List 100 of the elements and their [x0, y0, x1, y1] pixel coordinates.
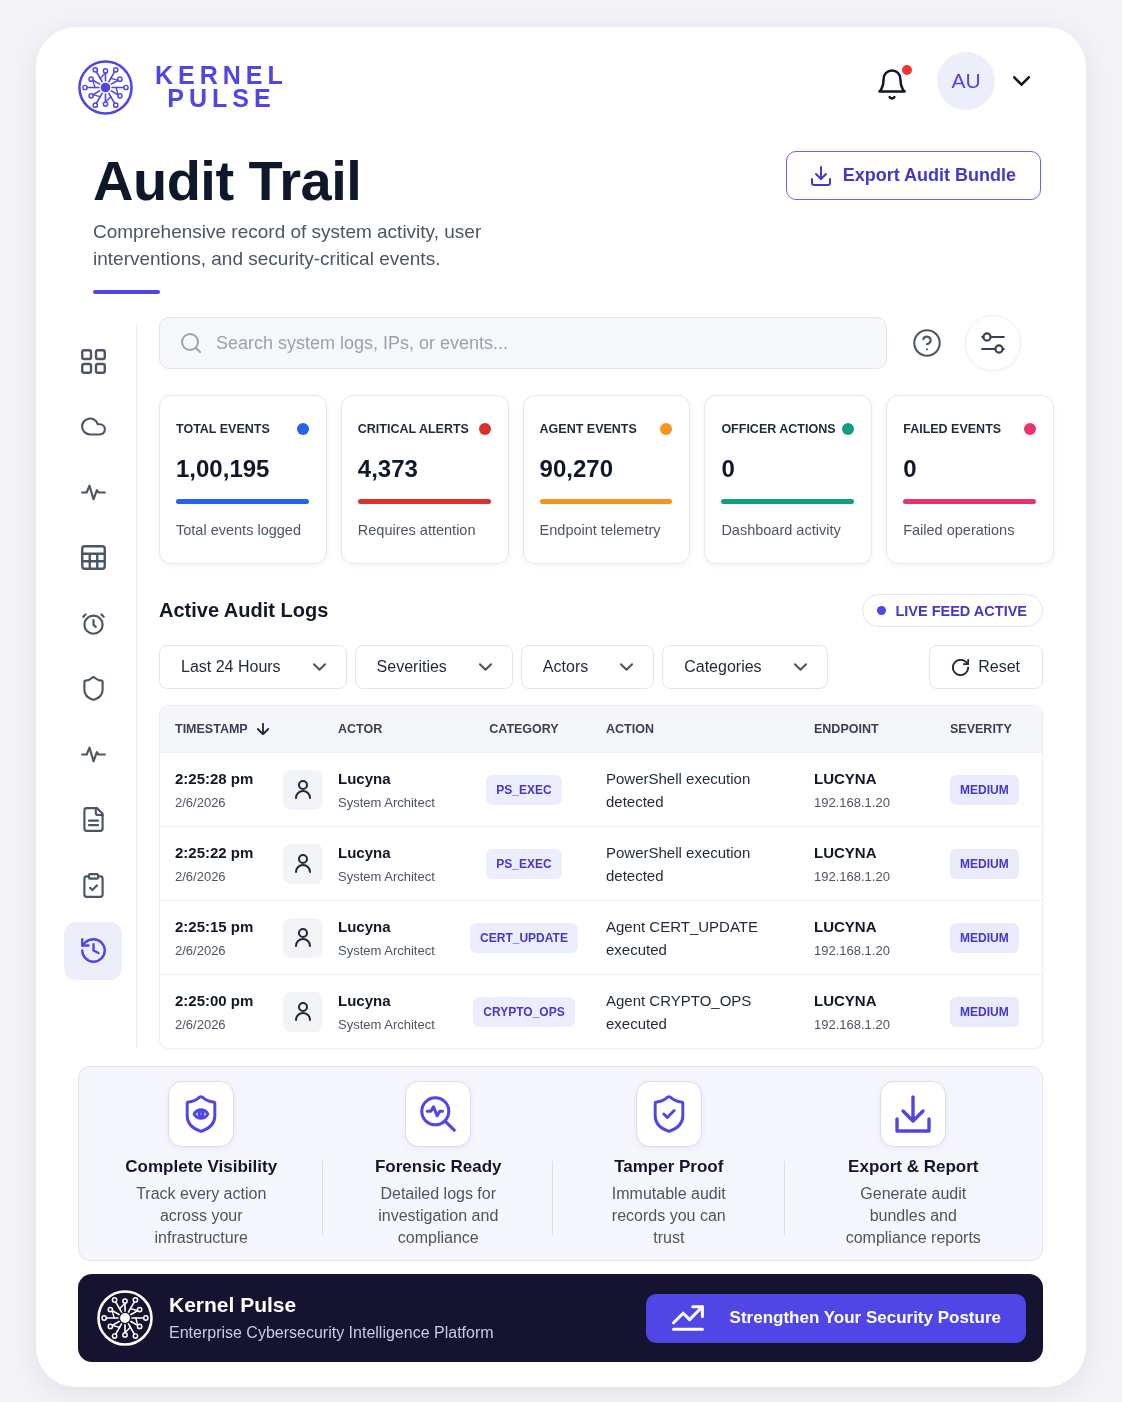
cta-button[interactable]: Strengthen Your Security Posture	[645, 1293, 1026, 1343]
page-subtitle: Comprehensive record of system activity, user interventions, and security-critical events.	[93, 220, 483, 271]
timestamp-date: 2/6/2026	[175, 867, 227, 885]
severity-badge: MEDIUM	[950, 996, 1019, 1027]
refresh-icon	[952, 658, 970, 676]
stat-value: 1,00,195	[176, 454, 271, 484]
download-icon	[880, 1081, 947, 1147]
actor-role: System Architect	[338, 941, 436, 959]
endpoint-ip: 192.168.1.20	[814, 941, 891, 959]
section-title: Active Audit Logs	[159, 599, 329, 622]
endpoint-host: LUCYNA	[814, 990, 878, 1011]
page-title: Audit Trail	[93, 149, 363, 213]
filter-button[interactable]	[965, 315, 1021, 371]
history-icon	[80, 938, 106, 963]
live-dot-icon	[877, 606, 887, 615]
timestamp-time: 2:25:15 pm	[175, 916, 255, 937]
actor-name: Lucyna	[338, 990, 392, 1011]
person-icon	[283, 769, 323, 810]
feature-title: Complete Visibility	[125, 1156, 278, 1178]
logo-text: KERNEL	[154, 64, 288, 87]
person-icon	[283, 917, 323, 958]
shield-icon	[80, 676, 106, 701]
timestamp-date: 2/6/2026	[175, 941, 227, 959]
feature-title: Forensic Ready	[374, 1156, 502, 1178]
action-text: PowerShell execution detected	[605, 842, 752, 886]
category-tag: PS_EXEC	[486, 774, 562, 805]
help-icon[interactable]	[913, 329, 941, 357]
search-field[interactable]: Search system logs, IPs, or events...	[159, 317, 887, 369]
notifications-button[interactable]	[878, 62, 914, 100]
endpoint-host: LUCYNA	[814, 842, 878, 863]
severity-badge: MEDIUM	[950, 922, 1019, 953]
actor-role: System Architect	[338, 867, 436, 885]
footer-tagline: Enterprise Cybersecurity Intelligence Platform	[169, 1323, 494, 1343]
feature-description: Generate audit bundles and compliance reports	[844, 1184, 982, 1248]
column-header: CATEGORY	[489, 722, 559, 736]
filter-dropdown[interactable]: Categories	[662, 645, 828, 689]
logo-icon	[97, 1290, 153, 1346]
column-header: SEVERITY	[950, 722, 1012, 736]
alarm-clock-icon	[80, 610, 106, 636]
actor-name: Lucyna	[338, 842, 392, 863]
endpoint-host: LUCYNA	[814, 768, 878, 789]
person-icon	[283, 991, 323, 1032]
sliders-icon	[981, 332, 1005, 354]
timestamp-date: 2/6/2026	[175, 1015, 227, 1033]
grid-icon	[80, 348, 106, 374]
stat-caption: Dashboard activity	[721, 521, 842, 540]
reset-button[interactable]: Reset	[929, 645, 1043, 689]
stat-caption: Total events logged	[176, 521, 302, 540]
chevron-down-icon[interactable]	[1013, 76, 1030, 86]
stat-value: 90,270	[539, 454, 614, 484]
category-tag: PS_EXEC	[486, 848, 562, 879]
stat-value: 0	[721, 454, 736, 484]
actor-name: Lucyna	[338, 768, 392, 789]
filter-dropdown[interactable]: Last 24 Hours	[159, 645, 347, 689]
column-header: ACTION	[606, 722, 654, 736]
export-button[interactable]: Export Audit Bundle	[785, 151, 1041, 200]
table-icon	[80, 545, 106, 570]
chevron-down-icon	[620, 663, 634, 671]
column-header: TIMESTAMP	[175, 722, 248, 736]
magnifier-pulse-icon	[405, 1081, 472, 1147]
column-header: ENDPOINT	[814, 722, 879, 736]
chevron-down-icon	[478, 663, 492, 671]
stat-value: 4,373	[357, 454, 419, 484]
category-tag: CRYPTO_OPS	[473, 996, 575, 1027]
feature-description: Detailed logs for investigation and compliance	[377, 1184, 500, 1248]
footer-brand: Kernel Pulse	[169, 1292, 298, 1318]
filter-dropdown[interactable]: Severities	[354, 645, 513, 689]
shield-check-icon	[635, 1081, 702, 1147]
feature-title: Tamper Proof	[614, 1156, 724, 1178]
feature-title: Export & Report	[848, 1156, 979, 1178]
title-accent-bar	[93, 290, 160, 294]
stat-caption: Endpoint telemetry	[539, 521, 662, 540]
filter-dropdown[interactable]: Actors	[520, 645, 655, 689]
endpoint-ip: 192.168.1.20	[814, 867, 891, 885]
stat-label: TOTAL EVENTS	[176, 422, 270, 436]
endpoint-ip: 192.168.1.20	[814, 1015, 891, 1033]
shield-eye-icon	[168, 1081, 235, 1147]
action-text: Agent CERT_UPDATE executed	[605, 916, 759, 960]
clipboard-check-icon	[80, 872, 106, 898]
category-tag: CERT_UPDATE	[470, 922, 578, 953]
sidebar-item[interactable]	[64, 921, 122, 980]
actor-role: System Architect	[338, 793, 436, 811]
user-avatar[interactable]: AU	[937, 52, 995, 110]
chevron-down-icon	[793, 663, 807, 671]
stat-caption: Failed operations	[903, 521, 1016, 540]
timestamp-date: 2/6/2026	[175, 793, 227, 811]
logo-text: PULSE	[166, 87, 276, 110]
stat-caption: Requires attention	[357, 521, 477, 540]
search-icon	[181, 333, 201, 353]
logo-icon	[78, 59, 133, 115]
stat-value: 0	[903, 454, 918, 484]
endpoint-host: LUCYNA	[814, 916, 878, 937]
action-text: Agent CRYPTO_OPS executed	[605, 990, 753, 1034]
timestamp-time: 2:25:22 pm	[175, 842, 255, 863]
live-feed-label: LIVE FEED ACTIVE	[895, 602, 1027, 619]
stat-label: AGENT EVENTS	[539, 422, 637, 436]
sort-arrow-icon[interactable]	[256, 723, 269, 735]
column-header: ACTOR	[338, 722, 383, 736]
chevron-down-icon	[312, 663, 326, 671]
bell-icon	[878, 69, 906, 100]
